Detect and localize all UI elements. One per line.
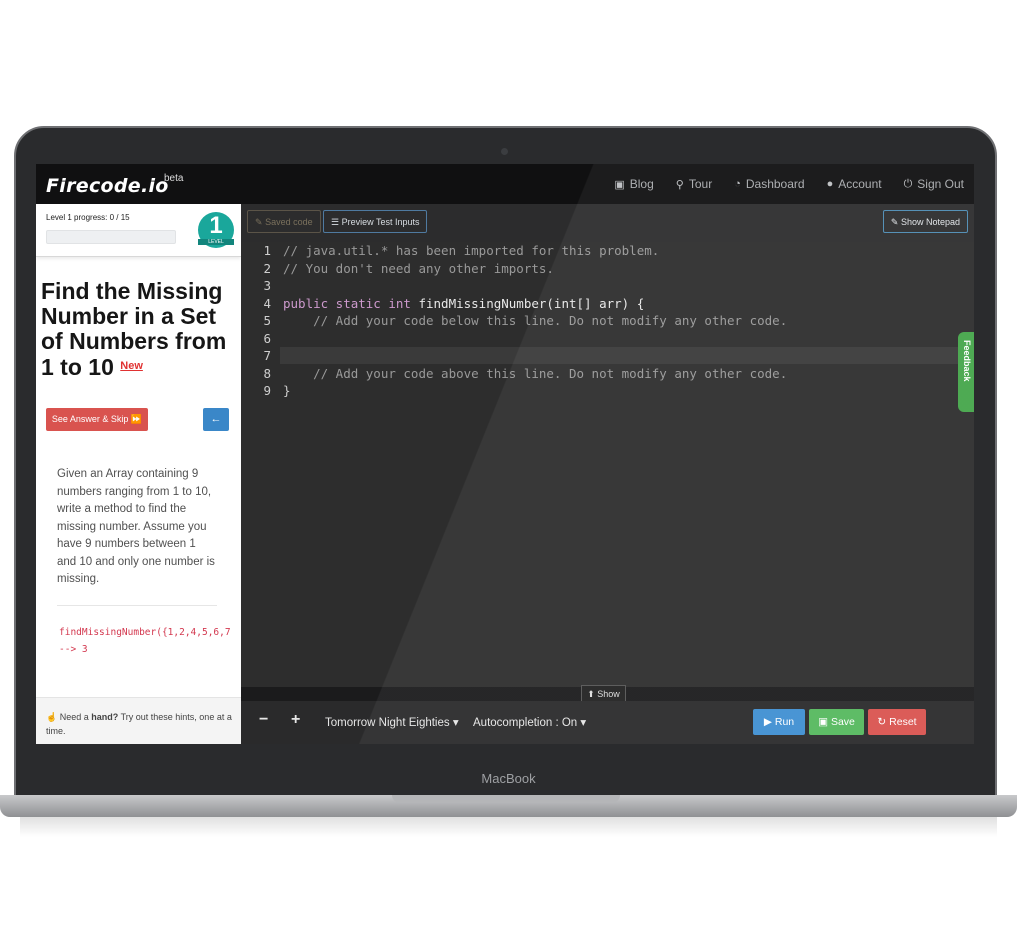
navbar: Firecode.io beta ▣ Blog ⚲ Tour ◔ Dashboard … [36,164,974,204]
theme-dropdown[interactable]: Tomorrow Night Eighties ▾ [325,715,459,729]
nav-link-label: Tour [688,177,713,191]
active-line-highlight [280,347,974,364]
saved-code-button[interactable]: ✎ Saved code [247,210,321,233]
theme-label: Tomorrow Night Eighties [325,717,450,729]
nav-links: ▣ Blog ⚲ Tour ◔ Dashboard ● Account ⏻ Sign Ou… [614,177,964,191]
reset-button[interactable]: ↻ Reset [868,709,926,735]
nav-link-blog[interactable]: ▣ Blog [614,177,653,191]
device-label: MacBook [481,771,536,786]
show-label: Show [597,689,620,699]
code-line-1: // java.util.* has been imported for thi… [283,243,660,258]
blog-icon: ▣ [614,178,625,191]
edit-icon: ✎ [255,217,263,227]
new-tag: New [120,360,143,372]
line-gutter: 1 2 3 4 5 6 7 8 9 [241,242,280,687]
feedback-label: Feedback [962,340,972,382]
hint-text: ☝ Need a hand? Try out these hints, one … [46,710,236,738]
code-keywords: public static int [283,295,411,311]
code-line-8: // Add your code above this line. Do not… [283,365,788,381]
screen: Firecode.io beta ▣ Blog ⚲ Tour ◔ Dashboard … [36,164,974,744]
line-number: 9 [263,383,271,398]
beta-label: beta [164,173,184,184]
code-line-2: // You don't need any other imports. [283,260,554,276]
floppy-icon: ▣ [818,716,829,728]
caret-down-icon: ▾ [577,717,587,729]
level-progress-box: Level 1 progress: 0 / 15 1 LEVEL [36,204,241,257]
code-line-9: } [283,383,291,398]
save-button[interactable]: ▣ Save [809,709,864,735]
line-number: 3 [263,278,271,293]
hand-icon: ☝ [46,712,58,722]
see-answer-skip-button[interactable]: See Answer & Skip ⏩ [46,408,148,431]
level-badge: 1 LEVEL [198,212,234,248]
hint-bold: hand? [91,712,119,722]
editor-toolbar: ✎ Saved code ☰ Preview Test Inputs ✎ Sho… [241,204,974,242]
code-editor[interactable]: 1 2 3 4 5 6 7 8 9 // java.util.* has bee… [241,242,974,687]
dashboard-icon: ◔ [734,178,741,190]
problem-title: Find the Missing Number in a Set of Numb… [41,279,239,380]
show-console-tab[interactable]: ⬆ Show [581,685,626,701]
nav-link-tour[interactable]: ⚲ Tour [676,177,712,191]
reset-label: Reset [889,716,917,728]
refresh-icon: ↻ [877,716,887,728]
line-number: 6 [263,330,271,346]
problem-description: Given an Array containing 9 numbers rang… [57,468,215,585]
save-label: Save [830,716,855,728]
hint-panel[interactable]: ☝ Need a hand? Try out these hints, one … [36,697,241,744]
arrow-up-icon: ⬆ [587,689,595,699]
increase-font-button[interactable]: + [291,711,300,729]
nav-link-label: Sign Out [917,177,964,191]
code-signature: findMissingNumber(int[] arr) { [410,295,645,311]
feedback-tab[interactable]: Feedback [958,332,974,412]
laptop-notch [392,795,620,803]
line-number: 1 [263,243,271,258]
line-number: 7 [263,348,271,363]
level-progress-text: Level 1 progress: 0 / 15 [46,213,130,222]
run-label: Run [774,716,795,728]
list-icon: ☰ [331,217,340,227]
line-number: 8 [263,365,271,381]
saved-code-label: Saved code [265,217,313,227]
back-arrow-button[interactable]: ← [203,408,229,431]
power-icon: ⏻ [903,177,913,190]
autocompletion-label: Autocompletion : On [473,717,578,729]
decrease-font-button[interactable]: − [259,711,268,729]
line-number: 2 [263,260,271,276]
caret-down-icon: ▾ [449,717,459,729]
logo[interactable]: Firecode.io [46,175,169,197]
run-button[interactable]: ▶ Run [753,709,805,735]
line-number: 5 [263,313,271,328]
nav-link-label: Account [838,177,882,191]
editor-bottom-bar: − + Tomorrow Night Eighties ▾ Autocomple… [241,701,974,744]
pencil-icon: ✎ [890,217,899,227]
level-number: 1 [209,212,223,239]
divider [57,605,217,606]
preview-test-inputs-button[interactable]: ☰ Preview Test Inputs [323,210,428,233]
level-progress-bar [46,230,176,244]
show-notepad-button[interactable]: ✎ Show Notepad [882,210,968,233]
code-line-4: public static int findMissingNumber(int[… [283,295,644,313]
nav-link-label: Blog [629,177,654,191]
nav-link-account[interactable]: ● Account [827,177,882,191]
autocompletion-dropdown[interactable]: Autocompletion : On ▾ [473,715,586,729]
play-icon: ▶ [763,716,772,728]
user-icon: ● [826,178,834,190]
example-line: findMissingNumber({1,2,4,5,6,7 [59,627,231,638]
line-number: 4 [263,295,271,311]
laptop-shadow [20,817,997,837]
map-pin-icon: ⚲ [675,178,684,191]
nav-link-label: Dashboard [745,177,805,191]
notepad-label: Show Notepad [900,217,960,227]
example-line: --> 3 [59,644,88,655]
nav-link-sign-out[interactable]: ⏻ Sign Out [904,177,964,191]
preview-label: Preview Test Inputs [341,217,420,227]
nav-link-dashboard[interactable]: ◔ Dashboard [734,177,804,191]
camera [501,148,508,155]
hint-prefix: Need a [59,712,92,722]
level-word: LEVEL [198,239,234,245]
code-line-5: // Add your code below this line. Do not… [283,313,788,328]
example-code: findMissingNumber({1,2,4,5,6,7 --> 3 [59,624,231,658]
problem-sidebar: Level 1 progress: 0 / 15 1 LEVEL Find th… [36,204,241,744]
